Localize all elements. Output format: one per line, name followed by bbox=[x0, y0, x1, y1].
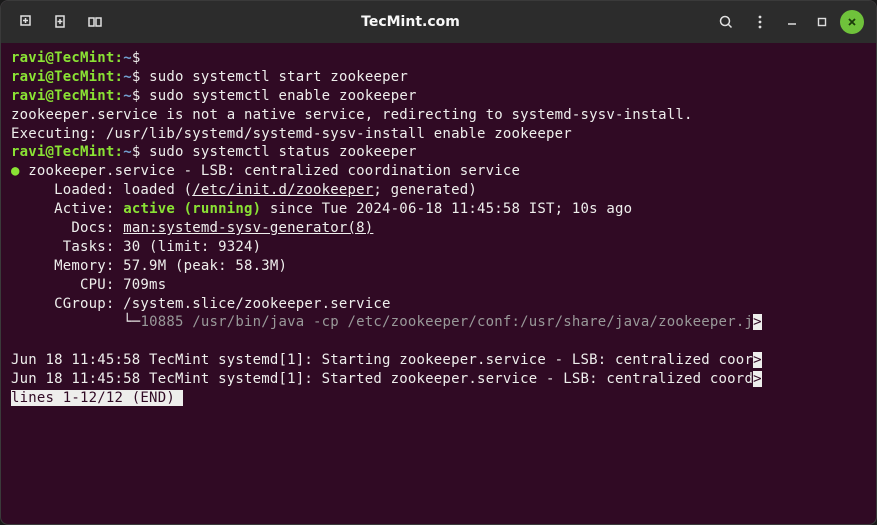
cgroup-line: CGroup: /system.slice/zookeeper.service bbox=[11, 296, 391, 312]
prompt-sep: : bbox=[115, 50, 124, 66]
memory-line: Memory: 57.9M (peak: 58.3M) bbox=[11, 258, 287, 274]
service-header: zookeeper.service - LSB: centralized coo… bbox=[28, 163, 520, 179]
window-title: TecMint.com bbox=[117, 14, 704, 30]
titlebar-right bbox=[712, 8, 864, 36]
command-status: sudo systemctl status zookeeper bbox=[149, 144, 417, 160]
process-line: 10885 /usr/bin/java -cp /etc/zookeeper/c… bbox=[140, 314, 753, 330]
tasks-line: Tasks: 30 (limit: 9324) bbox=[11, 239, 261, 255]
prompt-path: ~ bbox=[123, 144, 132, 160]
prompt-sep: : bbox=[115, 88, 124, 104]
pager-status: lines 1-12/12 (END) bbox=[11, 390, 175, 406]
loaded-label: Loaded: loaded ( bbox=[11, 182, 192, 198]
split-icon[interactable] bbox=[81, 8, 109, 36]
prompt-path: ~ bbox=[123, 69, 132, 85]
log-line-1: Jun 18 11:45:58 TecMint systemd[1]: Star… bbox=[11, 352, 753, 368]
output-executing: Executing: /usr/lib/systemd/systemd-sysv… bbox=[11, 126, 572, 142]
menu-icon[interactable] bbox=[746, 8, 774, 36]
active-tail: since Tue 2024-06-18 11:45:58 IST; 10s a… bbox=[261, 201, 632, 217]
status-dot-icon: ● bbox=[11, 163, 20, 179]
cursor bbox=[175, 390, 183, 406]
prompt-path: ~ bbox=[123, 88, 132, 104]
docs-label: Docs: bbox=[11, 220, 123, 236]
prompt-path: ~ bbox=[123, 50, 132, 66]
output-redirect: zookeeper.service is not a native servic… bbox=[11, 107, 693, 123]
tree-prefix: └─ bbox=[11, 314, 140, 330]
command-enable: sudo systemctl enable zookeeper bbox=[149, 88, 417, 104]
loaded-tail: ; generated) bbox=[373, 182, 477, 198]
search-icon[interactable] bbox=[712, 8, 740, 36]
new-tab-button[interactable] bbox=[13, 8, 41, 36]
cpu-line: CPU: 709ms bbox=[11, 277, 166, 293]
prompt-user: ravi@TecMint bbox=[11, 69, 115, 85]
docs-link: man:systemd-sysv-generator(8) bbox=[123, 220, 373, 236]
scroll-indicator: > bbox=[753, 314, 762, 330]
active-label: Active: bbox=[11, 201, 123, 217]
prompt-sep: : bbox=[115, 144, 124, 160]
terminal-body[interactable]: ravi@TecMint:~$ ravi@TecMint:~$ sudo sys… bbox=[1, 43, 876, 524]
titlebar-left bbox=[13, 8, 109, 36]
prompt-user: ravi@TecMint bbox=[11, 144, 115, 160]
prompt-dollar: $ bbox=[132, 144, 141, 160]
terminal-window: TecMint.com ravi@TecMint:~$ ravi@TecMint… bbox=[0, 0, 877, 525]
prompt-user: ravi@TecMint bbox=[11, 50, 115, 66]
maximize-button[interactable] bbox=[810, 10, 834, 34]
prompt-dollar: $ bbox=[132, 69, 141, 85]
active-value: active (running) bbox=[123, 201, 261, 217]
command-start: sudo systemctl start zookeeper bbox=[149, 69, 408, 85]
close-button[interactable] bbox=[840, 10, 864, 34]
prompt-dollar: $ bbox=[132, 88, 141, 104]
titlebar: TecMint.com bbox=[1, 1, 876, 43]
minimize-button[interactable] bbox=[780, 10, 804, 34]
prompt-dollar: $ bbox=[132, 50, 141, 66]
log-line-2: Jun 18 11:45:58 TecMint systemd[1]: Star… bbox=[11, 371, 753, 387]
prompt-sep: : bbox=[115, 69, 124, 85]
scroll-indicator: > bbox=[753, 371, 762, 387]
new-window-icon[interactable] bbox=[47, 8, 75, 36]
prompt-user: ravi@TecMint bbox=[11, 88, 115, 104]
loaded-path: /etc/init.d/zookeeper bbox=[192, 182, 373, 198]
scroll-indicator: > bbox=[753, 352, 762, 368]
